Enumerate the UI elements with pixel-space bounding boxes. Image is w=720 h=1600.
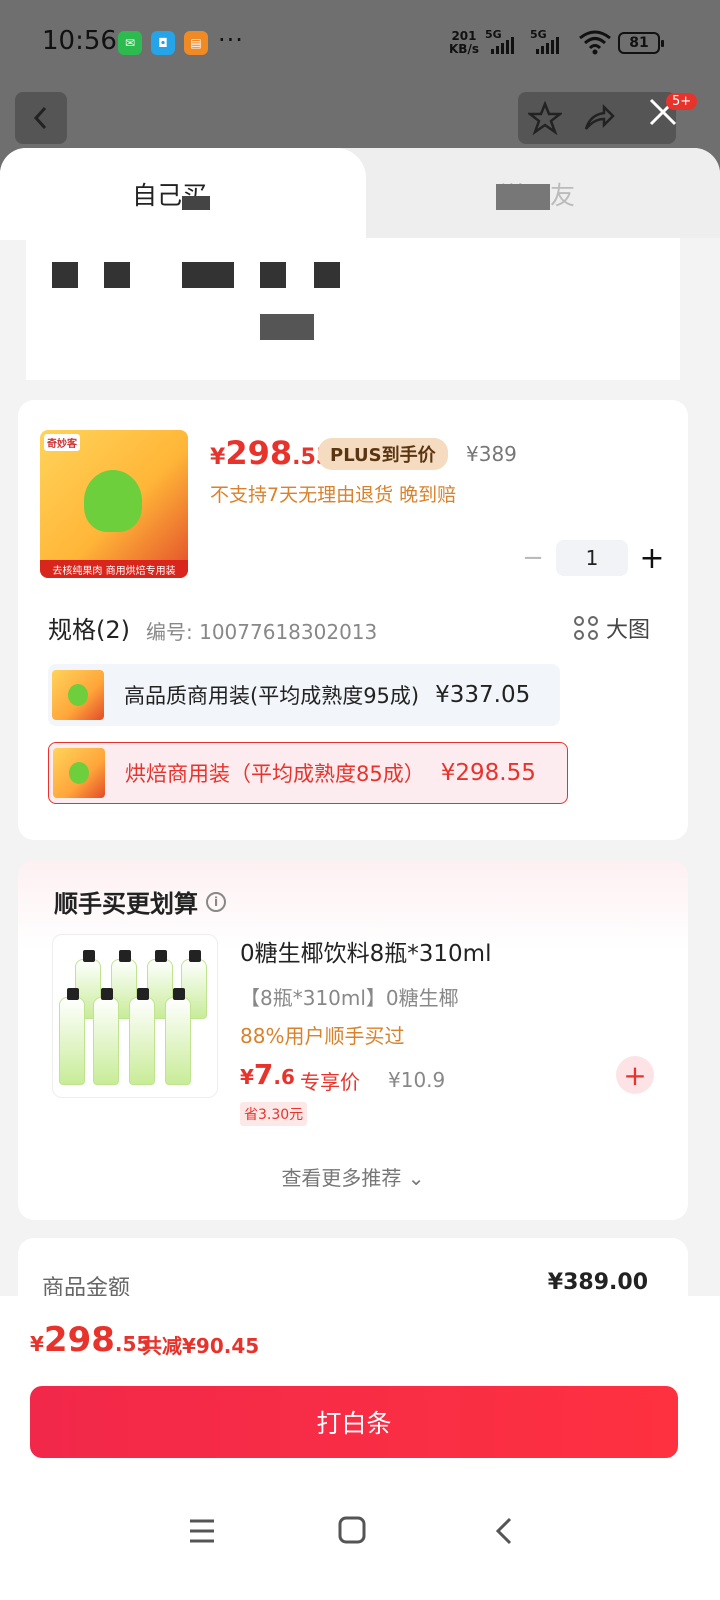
wifi-icon: [579, 30, 611, 55]
bundle-popularity: 88%用户顺手买过: [240, 1024, 405, 1048]
redaction: [496, 184, 550, 210]
more-recommendations-link[interactable]: 查看更多推荐 ⌄: [18, 1162, 688, 1191]
quantity-field[interactable]: 1: [556, 540, 628, 576]
info-icon[interactable]: i: [206, 891, 226, 912]
bundle-price-symbol: ¥: [240, 1065, 254, 1089]
goods-amount-value: ¥389.00: [547, 1270, 648, 1295]
menu-icon[interactable]: [188, 1518, 216, 1544]
redaction: [182, 196, 210, 210]
back-nav-icon[interactable]: [494, 1516, 514, 1546]
tab-bar: 送朋友 自己买: [0, 148, 720, 240]
mascot-image: [84, 470, 142, 532]
product-brand: 奇妙客: [44, 434, 80, 451]
bundle-price-decimal: .6: [273, 1065, 295, 1089]
return-policy-note: 不支持7天无理由退货 晚到赔: [210, 484, 457, 506]
quantity-stepper: − 1 +: [518, 540, 668, 576]
product-card: 奇妙客 去核纯果肉 商用烘焙专用装 ¥298.55 PLUS到手价 ¥389 不…: [18, 400, 688, 840]
increase-quantity-button[interactable]: +: [636, 540, 668, 576]
total-price-integer: 298: [43, 1320, 115, 1360]
bundle-price-integer: 7: [253, 1058, 274, 1091]
spec-option-price: ¥298.55: [440, 760, 536, 786]
spec-option-premium[interactable]: 高品质商用装(平均成熟度95成) ¥337.05: [48, 664, 560, 726]
home-icon[interactable]: [338, 1516, 366, 1544]
back-button[interactable]: [15, 92, 67, 144]
more-notifications-icon: ···: [218, 26, 244, 54]
bundle-price: ¥7.6: [240, 1058, 295, 1091]
product-code: 编号: 10077618302013: [146, 620, 378, 644]
bundle-savings-badge: 省3.30元: [240, 1102, 308, 1126]
notification-badge: 5+: [666, 93, 698, 110]
add-bundle-item-button[interactable]: +: [616, 1056, 654, 1094]
wechat-icon: ✉: [118, 31, 142, 55]
address-card[interactable]: [26, 238, 680, 380]
bundle-product-image[interactable]: [52, 934, 218, 1098]
price-symbol: ¥: [210, 445, 226, 470]
product-image-strip: 去核纯果肉 商用烘焙专用装: [40, 560, 188, 578]
redaction: [182, 262, 234, 288]
bundle-item-spec: 【8瓶*310ml】0糖生椰: [240, 986, 459, 1010]
spec-title: 规格(2): [48, 616, 130, 644]
original-price: ¥389: [466, 442, 517, 466]
grid-icon: [574, 616, 598, 640]
pay-button[interactable]: 打白条: [30, 1386, 678, 1458]
bundle-original-price: ¥10.9: [388, 1068, 446, 1092]
total-price-symbol: ¥: [30, 1332, 44, 1356]
total-price: ¥298.55: [30, 1320, 150, 1360]
redaction: [52, 262, 78, 288]
product-price: ¥298.55: [210, 434, 331, 472]
tab-self-buy[interactable]: 自己买: [0, 148, 366, 240]
bundle-title: 顺手买更划算 i: [54, 884, 226, 919]
chevron-left-icon: [33, 106, 47, 130]
redaction: [314, 262, 340, 288]
battery-icon: 81: [618, 32, 664, 54]
app-notification-icon: ◘: [151, 31, 175, 55]
status-time: 10:56: [42, 26, 117, 56]
product-image[interactable]: 奇妙客 去核纯果肉 商用烘焙专用装: [40, 430, 188, 578]
network-speed-unit: KB/s: [449, 42, 479, 56]
spec-option-name: 高品质商用装(平均成熟度95成): [124, 684, 420, 708]
decrease-quantity-button[interactable]: −: [518, 540, 548, 576]
app-notification-icon-2: ▤: [184, 31, 208, 55]
spec-option-price: ¥337.05: [435, 682, 531, 708]
checkout-bar: ¥298.55 共减¥90.45 打白条: [0, 1296, 720, 1600]
big-image-label: 大图: [606, 618, 651, 643]
star-icon[interactable]: [528, 101, 562, 135]
price-integer: 298: [225, 434, 293, 472]
spec-option-baking[interactable]: 烘焙商用装（平均成熟度85成） ¥298.55: [48, 742, 568, 804]
spec-option-thumbnail: [52, 670, 104, 720]
share-icon[interactable]: [582, 101, 616, 135]
bundle-card: 顺手买更划算 i 0糖生椰饮料8瓶*310ml 【8瓶*310ml】0糖生椰 8…: [18, 860, 688, 1220]
redaction: [260, 262, 286, 288]
redaction: [104, 262, 130, 288]
redaction: [260, 314, 314, 340]
network-speed: 201 KB/s: [449, 30, 479, 56]
system-nav-bar: [0, 1504, 720, 1564]
plus-price-tag: PLUS到手价: [318, 438, 448, 470]
bundle-title-text: 顺手买更划算: [54, 890, 198, 918]
bundle-item-name[interactable]: 0糖生椰饮料8瓶*310ml: [240, 934, 491, 968]
spec-option-name: 烘焙商用装（平均成熟度85成）: [125, 762, 425, 786]
spec-option-thumbnail: [53, 748, 105, 798]
big-image-button[interactable]: 大图: [574, 612, 650, 644]
total-discount: 共减¥90.45: [142, 1334, 260, 1358]
bundle-price-tag: 专享价: [300, 1070, 360, 1094]
status-bar: 10:56 ✉ ◘ ▤ ··· 201 KB/s 5G 5G 81: [0, 0, 720, 90]
battery-level: 81: [629, 35, 649, 51]
